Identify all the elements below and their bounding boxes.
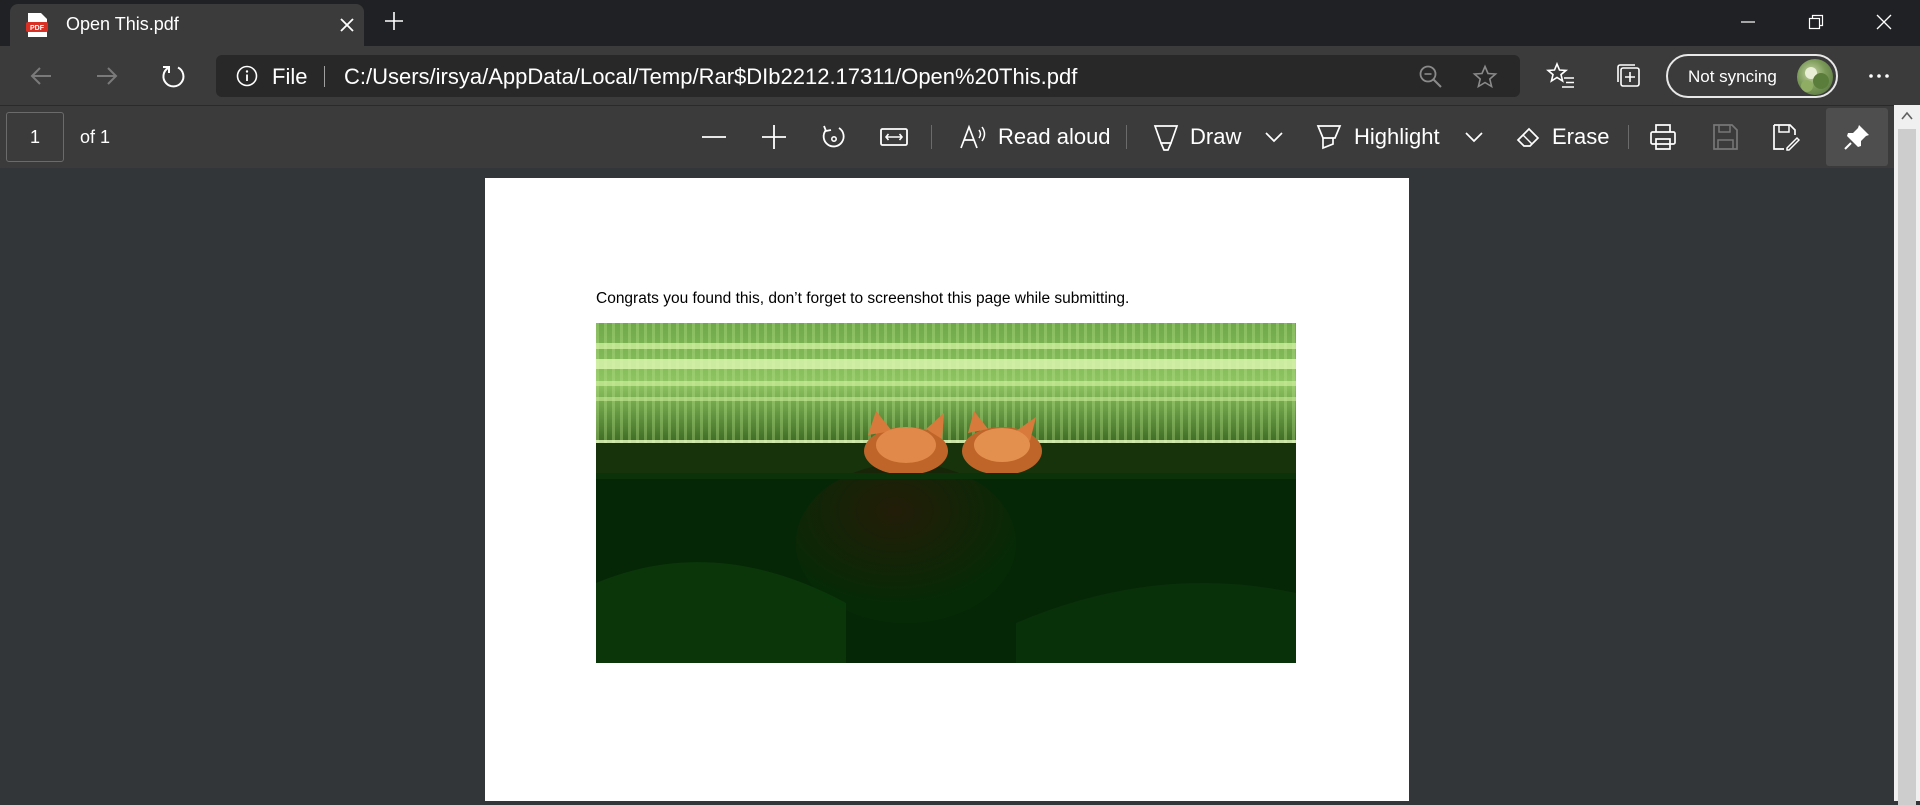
settings-more-button[interactable]	[1862, 59, 1896, 93]
printer-icon	[1650, 124, 1676, 150]
new-tab-icon[interactable]	[382, 9, 406, 33]
close-window-button[interactable]	[1854, 0, 1914, 44]
draw-pen-icon	[1153, 125, 1179, 151]
scroll-up-arrow-icon	[1901, 111, 1913, 120]
document-cat-photo	[596, 323, 1296, 663]
pdf-icon: PDF	[26, 13, 48, 37]
zoom-in-button[interactable]	[758, 120, 790, 154]
save-as-button[interactable]	[1770, 120, 1800, 154]
save-as-icon	[1773, 124, 1800, 151]
draw-button[interactable]: Draw	[1152, 120, 1241, 154]
chevron-down-icon	[1465, 132, 1483, 143]
scroll-up-button[interactable]	[1894, 105, 1920, 127]
toolbar-divider	[1628, 125, 1629, 149]
tab-strip: PDF Open This.pdf	[0, 0, 1920, 46]
favorites-icon[interactable]	[1546, 61, 1576, 91]
collections-icon[interactable]	[1614, 61, 1644, 91]
erase-label: Erase	[1552, 124, 1610, 149]
avatar	[1797, 59, 1833, 95]
close-icon	[1876, 14, 1892, 30]
highlighter-icon	[1316, 125, 1342, 150]
rotate-icon	[822, 125, 845, 148]
navigation-bar: File C:/Users/irsya/AppData/Local/Temp/R…	[0, 46, 1920, 105]
info-icon[interactable]	[236, 65, 258, 87]
cat-photo-image	[596, 323, 1296, 663]
profile-sync-button[interactable]: Not syncing	[1666, 54, 1838, 98]
draw-options-dropdown[interactable]	[1262, 120, 1286, 154]
toolbar-divider	[1126, 125, 1127, 149]
restore-icon	[1808, 14, 1824, 30]
rotate-button[interactable]	[818, 120, 850, 154]
eraser-icon	[1516, 127, 1540, 147]
vertical-scrollbar[interactable]	[1894, 105, 1920, 805]
tab-open-this-pdf[interactable]: PDF Open This.pdf	[10, 4, 364, 46]
read-aloud-icon	[960, 124, 986, 149]
file-scheme-label: File	[272, 64, 308, 89]
tab-title: Open This.pdf	[66, 14, 179, 34]
refresh-icon	[162, 66, 185, 88]
refresh-button[interactable]	[156, 59, 190, 93]
draw-label: Draw	[1190, 124, 1242, 149]
read-aloud-label: Read aloud	[998, 124, 1111, 149]
zoom-icon[interactable]	[1418, 64, 1444, 90]
read-aloud-button[interactable]: Read aloud	[958, 120, 1111, 154]
forward-button[interactable]	[90, 59, 124, 93]
pdf-viewer[interactable]: Congrats you found this, don’t forget to…	[0, 168, 1894, 801]
scrollbar-thumb[interactable]	[1898, 129, 1916, 805]
minimize-button[interactable]	[1718, 0, 1778, 44]
document-text: Congrats you found this, don’t forget to…	[596, 290, 1130, 307]
address-bar[interactable]: File C:/Users/irsya/AppData/Local/Temp/R…	[216, 55, 1520, 97]
highlight-options-dropdown[interactable]	[1462, 120, 1486, 154]
pdf-toolbar: of 1 Read aloud Draw	[0, 105, 1894, 168]
forward-arrow-icon	[97, 67, 118, 85]
more-dots-icon	[1869, 74, 1889, 78]
highlight-label: Highlight	[1354, 124, 1440, 149]
erase-button[interactable]: Erase	[1514, 120, 1609, 154]
minus-icon	[702, 136, 726, 138]
chevron-down-icon	[1265, 132, 1283, 143]
back-arrow-icon	[30, 67, 51, 85]
page-number-input[interactable]	[6, 112, 64, 162]
minimize-icon	[1741, 21, 1755, 23]
pin-toolbar-button[interactable]	[1826, 108, 1888, 166]
favorite-star-icon[interactable]	[1472, 64, 1498, 90]
sync-status-label: Not syncing	[1688, 67, 1777, 86]
pdf-page: Congrats you found this, don’t forget to…	[485, 178, 1409, 801]
pin-icon	[1844, 125, 1869, 150]
save-button[interactable]	[1710, 120, 1740, 154]
back-button[interactable]	[24, 59, 58, 93]
print-button[interactable]	[1648, 120, 1678, 154]
address-separator	[324, 66, 325, 87]
toolbar-divider	[931, 125, 932, 149]
page-total-label: of 1	[80, 127, 111, 147]
plus-icon	[762, 125, 786, 149]
restore-button[interactable]	[1786, 0, 1846, 44]
url-text[interactable]: C:/Users/irsya/AppData/Local/Temp/Rar$DI…	[344, 64, 1077, 90]
close-tab-icon[interactable]	[336, 14, 358, 36]
pdf-badge-text: PDF	[30, 25, 45, 32]
fit-width-icon	[880, 128, 908, 146]
save-disk-icon	[1713, 124, 1738, 150]
highlight-button[interactable]: Highlight	[1314, 120, 1440, 154]
fit-to-width-button[interactable]	[878, 120, 910, 154]
zoom-out-button[interactable]	[698, 120, 730, 154]
avatar-image	[1801, 67, 1829, 92]
